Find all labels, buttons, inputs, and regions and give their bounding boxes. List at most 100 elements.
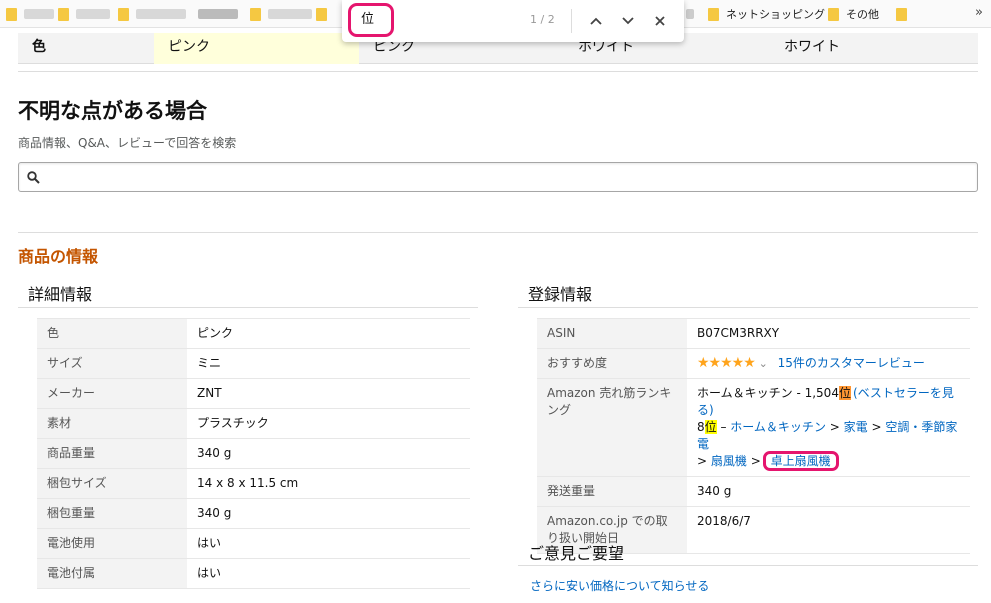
bookmark-item[interactable] — [896, 7, 914, 21]
spec-value: ピンク — [187, 318, 470, 349]
folder-icon — [828, 7, 839, 21]
table-row: 素材 プラスチック — [37, 408, 470, 439]
rank-separator: – — [716, 420, 731, 434]
bookmark-netshopping[interactable]: ネットショッピング — [708, 7, 825, 21]
spec-label: メーカー — [37, 378, 187, 409]
spec-value: 14 x 8 x 11.5 cm — [187, 468, 470, 499]
table-row: 電池使用 はい — [37, 528, 470, 559]
folder-icon — [6, 7, 17, 21]
divider — [518, 307, 978, 308]
table-row: メーカー ZNT — [37, 378, 470, 409]
bookmark-item[interactable] — [686, 7, 694, 21]
question-subtitle: 商品情報、Q&A、レビューで回答を検索 — [18, 136, 237, 150]
spec-label: 梱包サイズ — [37, 468, 187, 499]
find-highlight: 位 — [704, 420, 717, 434]
compare-row-label: 色 — [32, 39, 46, 55]
asin-value: B07CM3RRXY — [687, 318, 970, 349]
spec-value: はい — [187, 528, 470, 559]
feedback-title: ご意見ご要望 — [528, 544, 625, 563]
spec-value: 340 g — [687, 476, 970, 507]
category-link-appliance[interactable]: 家電 — [844, 420, 868, 434]
table-row: おすすめ度 ★★★★★ ⌄ 15件のカスタマーレビュー — [537, 348, 970, 379]
folder-icon — [896, 7, 907, 21]
table-row: 電池付属 はい — [37, 558, 470, 589]
folder-icon — [250, 7, 261, 21]
category-link-home[interactable]: ホーム＆キッチン — [730, 420, 826, 434]
rank-separator: > — [867, 420, 886, 434]
find-input[interactable]: 位 — [348, 3, 394, 37]
spec-value: 340 g — [187, 438, 470, 469]
spec-label: 商品重量 — [37, 438, 187, 469]
reviews-link[interactable]: 15件のカスタマーレビュー — [778, 356, 925, 370]
spec-label: 電池使用 — [37, 528, 187, 559]
compare-cell: ピンク — [154, 33, 359, 64]
lower-price-link[interactable]: さらに安い価格について知らせる — [530, 577, 709, 594]
spec-label: サイズ — [37, 348, 187, 379]
spec-value: ZNT — [187, 378, 470, 409]
chevron-down-icon[interactable]: ⌄ — [759, 357, 768, 370]
bookmark-other[interactable]: その他 — [828, 7, 879, 21]
bookmark-item[interactable] — [118, 7, 186, 21]
star-rating-icon[interactable]: ★★★★★ — [697, 355, 756, 371]
folder-icon — [58, 7, 69, 21]
rank-cell: ホーム＆キッチン - 1,504位 (ベストセラーを見る) 8位 – ホーム＆キッ… — [687, 378, 970, 477]
divider — [518, 565, 978, 566]
spec-label: 素材 — [37, 408, 187, 439]
table-row: Amazon 売れ筋ランキング ホーム＆キッチン - 1,504位 (ベストセラー… — [537, 378, 970, 477]
rank-text: 8 — [697, 420, 705, 434]
find-match-count: 1 / 2 — [530, 13, 555, 26]
rank-separator: > — [746, 454, 765, 468]
divider — [571, 9, 572, 33]
search-icon — [27, 171, 40, 184]
table-row: 発送重量 340 g — [537, 476, 970, 507]
bookmark-item[interactable] — [316, 7, 334, 21]
find-close-button[interactable] — [648, 9, 672, 33]
spec-label: 色 — [37, 318, 187, 349]
chevron-down-icon — [622, 17, 634, 25]
registration-table: ASIN B07CM3RRXY おすすめ度 ★★★★★ ⌄ 15件のカスタマーレ… — [537, 318, 970, 554]
table-row: 商品重量 340 g — [37, 438, 470, 469]
close-icon — [655, 16, 665, 26]
find-next-button[interactable] — [616, 9, 640, 33]
compare-cell: ホワイト — [784, 39, 840, 55]
table-row: 梱包重量 340 g — [37, 498, 470, 529]
divider — [18, 232, 978, 233]
table-row: サイズ ミニ — [37, 348, 470, 379]
table-row: ASIN B07CM3RRXY — [537, 318, 970, 349]
bookmark-item[interactable] — [250, 7, 312, 21]
spec-label: 発送重量 — [537, 476, 687, 507]
rating-cell: ★★★★★ ⌄ 15件のカスタマーレビュー — [687, 348, 970, 379]
find-previous-button[interactable] — [584, 9, 608, 33]
spec-value: プラスチック — [187, 408, 470, 439]
spec-label: 電池付属 — [37, 558, 187, 589]
details-table: 色ピンク サイズ ミニ メーカー ZNT 素材 プラスチック 商品重量 340 g 梱包… — [37, 318, 470, 589]
rank-separator: > — [825, 420, 844, 434]
question-search-input[interactable] — [18, 162, 978, 192]
bookmark-item[interactable] — [58, 7, 110, 21]
table-row: 梱包サイズ 14 x 8 x 11.5 cm — [37, 468, 470, 499]
bookmark-item[interactable] — [198, 7, 238, 21]
spec-value: ミニ — [187, 348, 470, 379]
spec-label: 梱包重量 — [37, 498, 187, 529]
spec-value: 2018/6/7 — [687, 506, 970, 554]
chevron-up-icon — [590, 17, 602, 25]
rank-text: ホーム＆キッチン - 1,504 — [697, 386, 839, 400]
more-bookmarks-icon[interactable]: » — [975, 5, 983, 20]
category-link-fan[interactable]: 扇風機 — [711, 454, 747, 468]
find-highlight: 位 — [838, 386, 851, 400]
category-link-desk-fan[interactable]: 卓上扇風機 — [762, 451, 839, 471]
divider — [18, 71, 978, 72]
folder-icon — [118, 7, 129, 21]
registration-title: 登録情報 — [528, 285, 593, 304]
rank-separator: > — [697, 454, 711, 468]
folder-icon — [708, 7, 719, 21]
spec-label: Amazon 売れ筋ランキング — [537, 378, 687, 477]
spec-value: はい — [187, 558, 470, 589]
details-title: 詳細情報 — [28, 285, 93, 304]
table-row: 色ピンク — [37, 318, 470, 349]
question-title: 不明な点がある場合 — [18, 99, 207, 123]
bookmark-item[interactable] — [6, 7, 54, 21]
find-bar: 位 1 / 2 — [342, 0, 684, 42]
divider — [18, 307, 478, 308]
spec-value: 340 g — [187, 498, 470, 529]
